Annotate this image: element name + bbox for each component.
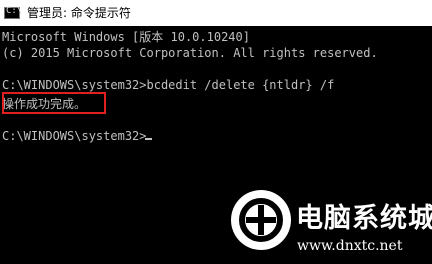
console-line-command: C:\WINDOWS\system32>bcdedit /delete {ntl… bbox=[2, 78, 335, 92]
title-bar[interactable]: C:\ 管理员: 命令提示符 bbox=[0, 0, 432, 26]
text-cursor bbox=[145, 138, 152, 140]
cmd-icon: C:\ bbox=[4, 6, 22, 19]
result-highlight-box bbox=[2, 92, 106, 114]
console-line-version: Microsoft Windows [版本 10.0.10240] bbox=[2, 30, 250, 44]
window-title: 管理员: 命令提示符 bbox=[27, 6, 131, 20]
watermark-logo-bar-vertical bbox=[258, 205, 264, 235]
watermark-url: www.dnxtc.net bbox=[297, 238, 403, 254]
console-line-copyright: (c) 2015 Microsoft Corporation. All righ… bbox=[2, 46, 378, 60]
console-line-prompt: C:\WINDOWS\system32> bbox=[2, 129, 147, 143]
watermark-brand: 电脑系统城 bbox=[296, 203, 432, 234]
